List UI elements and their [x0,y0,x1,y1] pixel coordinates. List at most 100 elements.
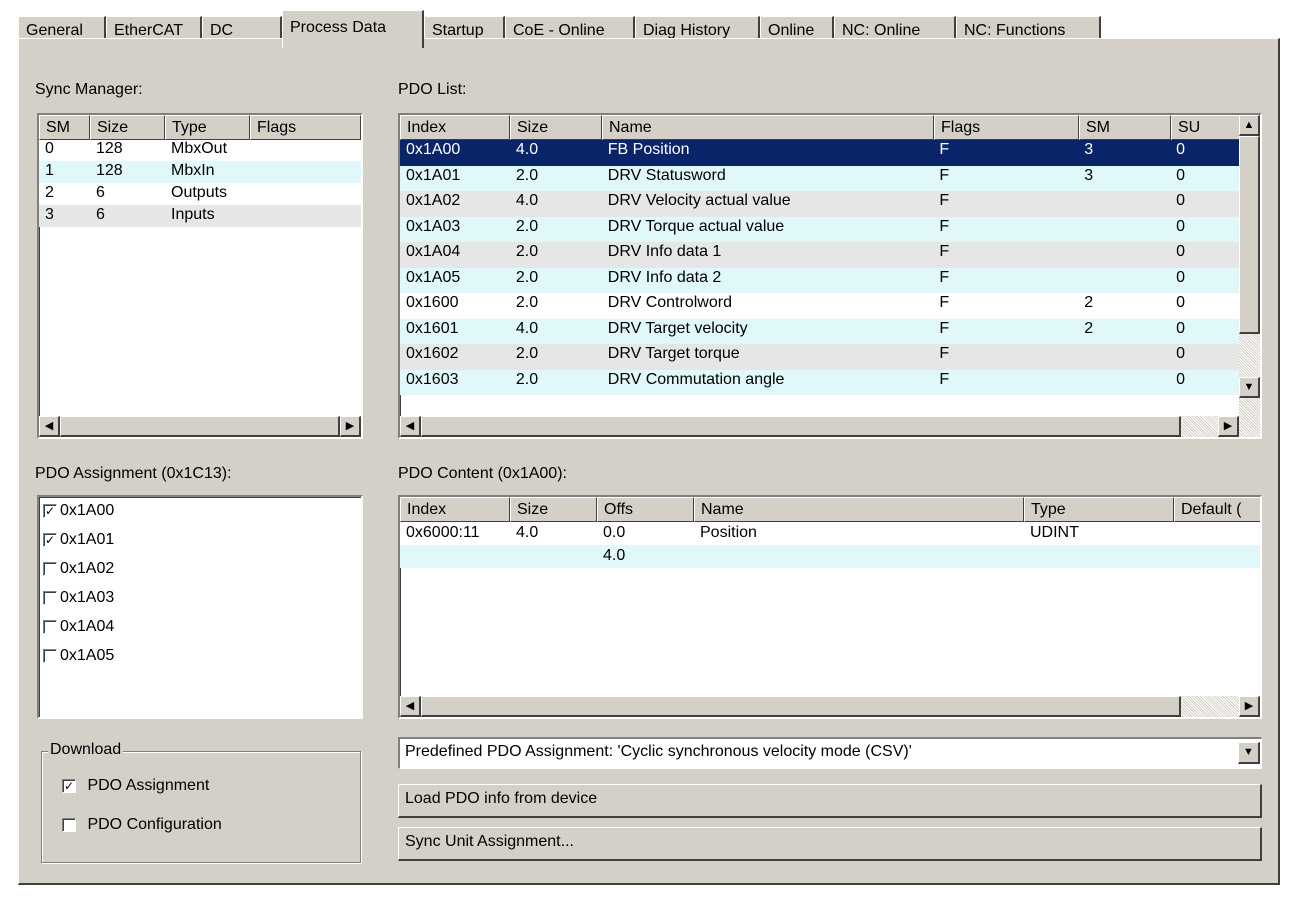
table-row[interactable]: 0x1A05 2.0 DRV Info data 2 F 0 [400,267,1239,294]
table-row[interactable]: 0x1600 2.0 DRV Controlword F 2 0 [400,293,1239,319]
pdo-assignment-item[interactable]: ✓ 0x1A00 [43,502,114,531]
download-pdo-configuration-option[interactable]: PDO Configuration [62,816,222,834]
checkbox-unchecked-icon[interactable] [43,648,57,663]
column-header-offs[interactable]: Offs [597,497,694,522]
size-cell: 2.0 [515,345,539,362]
sm-cell [1078,268,1170,294]
sync-unit-assignment-button[interactable]: Sync Unit Assignment... [398,827,1262,861]
pdo-assignment-list[interactable]: ✓ 0x1A00 ✓ 0x1A01 0x1A02 0x1A03 0x1A04 0x1… [37,495,363,719]
pdo-assignment-item[interactable]: 0x1A04 [43,618,114,647]
name-cell: DRV Target velocity [607,319,748,337]
name-cell: Position [700,524,757,541]
index-cell: 0x1A05 [406,268,461,286]
checkbox-unchecked-icon[interactable] [43,619,57,634]
chevron-down-icon[interactable]: ▼ [1238,742,1260,764]
download-pdo-assignment-option[interactable]: ✓ PDO Assignment [62,777,209,795]
sync-manager-label: Sync Manager: [35,81,143,98]
table-row[interactable]: 3 6 Inputs [39,205,361,227]
pdo-assignment-item[interactable]: ✓ 0x1A01 [43,531,114,560]
column-header-default[interactable]: Default ( [1174,497,1260,522]
scroll-left-icon[interactable]: ◀ [400,696,421,717]
table-row[interactable]: 0x1A04 2.0 DRV Info data 1 F 0 [400,242,1239,268]
column-header-type[interactable]: Type [165,115,250,140]
checkbox-unchecked-icon[interactable] [43,590,57,605]
table-row[interactable]: 0x1A01 2.0 DRV Statusword F 3 0 [400,165,1239,191]
pdo-list-vscrollbar[interactable]: ▲ ▼ [1239,115,1260,416]
scroll-up-icon[interactable]: ▲ [1239,115,1260,136]
pdo-list-label: PDO List: [398,81,467,98]
tab-process-data[interactable]: Process Data [282,10,424,48]
sync-manager-list[interactable]: SM Size Type Flags 0 128 MbxOut 1 128 Mb… [37,113,363,439]
checkbox-unchecked-icon[interactable] [62,817,76,832]
column-header-sm[interactable]: SM [1079,115,1171,140]
default-cell [1174,522,1260,545]
flags-cell: F [939,243,950,260]
size-cell: 2.0 [515,268,539,286]
column-header-name[interactable]: Name [602,115,934,140]
pdo-assignment-item[interactable]: 0x1A02 [43,560,114,589]
table-row[interactable]: 0 128 MbxOut [39,140,361,161]
column-header-sm[interactable]: SM [39,115,90,140]
scroll-thumb[interactable] [1239,136,1260,334]
column-header-index[interactable]: Index [400,115,510,140]
column-header-size[interactable]: Size [510,497,597,522]
index-cell: 0x1602 [406,345,459,362]
table-row[interactable]: 0x1603 2.0 DRV Commutation angle F 0 [400,369,1239,395]
column-header-index[interactable]: Index [400,497,510,522]
name-cell: DRV Velocity actual value [607,192,791,209]
checkbox-checked-icon[interactable]: ✓ [43,532,57,547]
tab-label: NC: Functions [964,22,1066,39]
scroll-thumb[interactable] [421,696,1181,717]
name-cell: DRV Controlword [607,294,732,311]
table-row[interactable]: 0x1602 2.0 DRV Target torque F 0 [400,344,1239,370]
pdo-assignment-item[interactable]: 0x1A05 [43,647,114,676]
column-header-name[interactable]: Name [694,497,1024,522]
column-header-size[interactable]: Size [90,115,165,140]
su-cell: 0 [1176,243,1185,260]
item-label: 0x1A05 [60,647,115,664]
pdo-list-hscrollbar[interactable]: ◀ ▶ [400,416,1260,437]
column-header-type[interactable]: Type [1024,497,1174,522]
predefined-pdo-assignment-select[interactable]: Predefined PDO Assignment: 'Cyclic synch… [398,737,1262,769]
type-cell: MbxOut [171,140,228,157]
pdo-list[interactable]: Index Size Name Flags SM SU 0x1A00 4.0 FB … [398,113,1262,439]
table-row[interactable]: 1 128 MbxIn [39,161,361,183]
table-row[interactable]: 4.0 [400,545,1260,568]
table-row[interactable]: 2 6 Outputs [39,183,361,205]
scroll-thumb[interactable] [421,416,1181,437]
scroll-thumb[interactable] [60,416,340,437]
column-header-su[interactable]: SU [1171,115,1240,140]
size-cell: 4.0 [515,141,539,158]
pdo-content-hscrollbar[interactable]: ◀ ▶ [400,696,1260,717]
pdo-assignment-item[interactable]: 0x1A03 [43,589,114,618]
checkbox-checked-icon[interactable]: ✓ [43,503,57,518]
sync-manager-hscrollbar[interactable]: ◀ ▶ [39,416,361,437]
flags-cell: F [939,268,950,286]
scroll-right-icon[interactable]: ▶ [1239,696,1260,717]
size-cell: 2.0 [515,243,539,260]
scroll-right-icon[interactable]: ▶ [340,416,361,437]
column-header-size[interactable]: Size [510,115,602,140]
table-row[interactable]: 0x1601 4.0 DRV Target velocity F 2 0 [400,318,1239,344]
table-row[interactable]: 0x1A02 4.0 DRV Velocity actual value F 0 [400,191,1239,217]
scroll-left-icon[interactable]: ◀ [39,416,60,437]
su-cell: 0 [1176,294,1185,311]
table-row[interactable]: 0x1A00 4.0 FB Position F 3 0 [400,140,1239,166]
name-cell: DRV Info data 2 [607,268,722,286]
table-row[interactable]: 0x1A03 2.0 DRV Torque actual value F 0 [400,216,1239,242]
column-header-flags[interactable]: Flags [250,115,361,140]
checkbox-unchecked-icon[interactable] [43,561,57,576]
sm-cell: 2 [1084,294,1094,311]
scroll-down-icon[interactable]: ▼ [1239,377,1260,398]
checkbox-checked-icon[interactable]: ✓ [62,778,76,793]
table-row[interactable]: 0x6000:11 4.0 0.0 Position UDINT [400,522,1260,545]
name-cell: DRV Torque actual value [607,217,785,235]
column-header-flags[interactable]: Flags [934,115,1079,140]
index-cell: 0x1A01 [406,166,461,184]
tab-label: Online [768,22,815,39]
process-data-panel: Sync Manager: SM Size Type Flags 0 128 M… [18,38,1280,885]
load-pdo-info-button[interactable]: Load PDO info from device [398,784,1262,818]
scroll-left-icon[interactable]: ◀ [400,416,421,437]
pdo-content-list[interactable]: Index Size Offs Name Type Default ( 0x60… [398,495,1262,719]
scroll-right-icon[interactable]: ▶ [1218,416,1239,437]
